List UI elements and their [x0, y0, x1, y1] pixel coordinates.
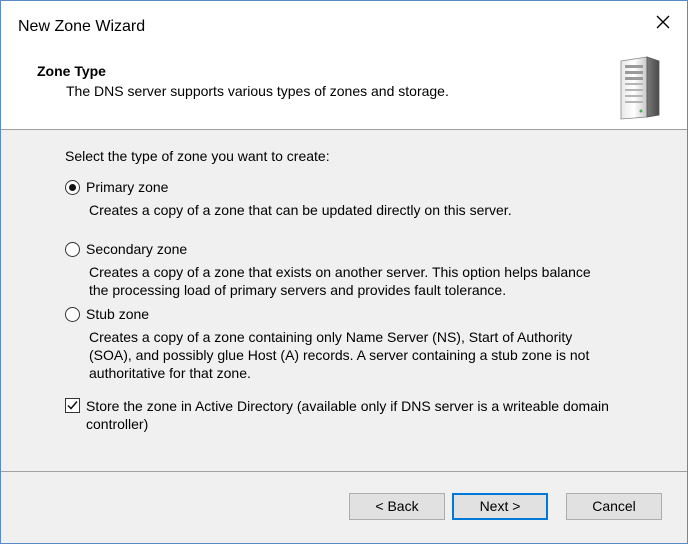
stub-zone-description: Creates a copy of a zone containing only…: [89, 328, 589, 382]
store-in-ad-checkbox[interactable]: [65, 398, 80, 413]
description-line: Creates a copy of a zone containing only…: [89, 329, 573, 345]
description-line: the processing load of primary servers a…: [89, 282, 507, 298]
cancel-button[interactable]: Cancel: [566, 493, 662, 520]
description-line: Creates a copy of a zone that exists on …: [89, 264, 591, 280]
secondary-zone-description: Creates a copy of a zone that exists on …: [89, 263, 591, 299]
wizard-content: Select the type of zone you want to crea…: [1, 130, 687, 472]
checkbox-label-line: Store the zone in Active Directory (avai…: [86, 398, 609, 414]
zone-type-prompt: Select the type of zone you want to crea…: [65, 148, 330, 164]
description-line: Creates a copy of a zone that can be upd…: [89, 202, 512, 218]
page-title: Zone Type: [37, 63, 106, 79]
description-line: authoritative for that zone.: [89, 365, 251, 381]
checkbox-label-line: controller): [86, 416, 149, 432]
store-in-ad-label[interactable]: Store the zone in Active Directory (avai…: [86, 397, 609, 433]
primary-zone-label[interactable]: Primary zone: [86, 179, 168, 195]
stub-zone-radio[interactable]: [65, 307, 80, 322]
wizard-window: New Zone Wizard Zone Type The DNS server…: [0, 0, 688, 544]
title-bar: New Zone Wizard: [1, 1, 687, 41]
server-icon: [620, 56, 660, 120]
stub-zone-label[interactable]: Stub zone: [86, 306, 149, 322]
wizard-footer: < Back Next > Cancel: [1, 472, 687, 543]
secondary-zone-label[interactable]: Secondary zone: [86, 241, 187, 257]
next-button[interactable]: Next >: [452, 493, 548, 520]
secondary-zone-radio[interactable]: [65, 242, 80, 257]
primary-zone-description: Creates a copy of a zone that can be upd…: [89, 201, 512, 219]
description-line: (SOA), and possibly glue Host (A) record…: [89, 347, 590, 363]
wizard-header: Zone Type The DNS server supports variou…: [1, 41, 687, 130]
window-title: New Zone Wizard: [18, 18, 146, 35]
close-icon: [656, 15, 670, 29]
primary-zone-radio[interactable]: [65, 180, 80, 195]
back-button[interactable]: < Back: [349, 493, 445, 520]
page-subtitle: The DNS server supports various types of…: [66, 83, 449, 99]
close-button[interactable]: [641, 1, 687, 41]
checkmark-icon: [67, 401, 78, 410]
